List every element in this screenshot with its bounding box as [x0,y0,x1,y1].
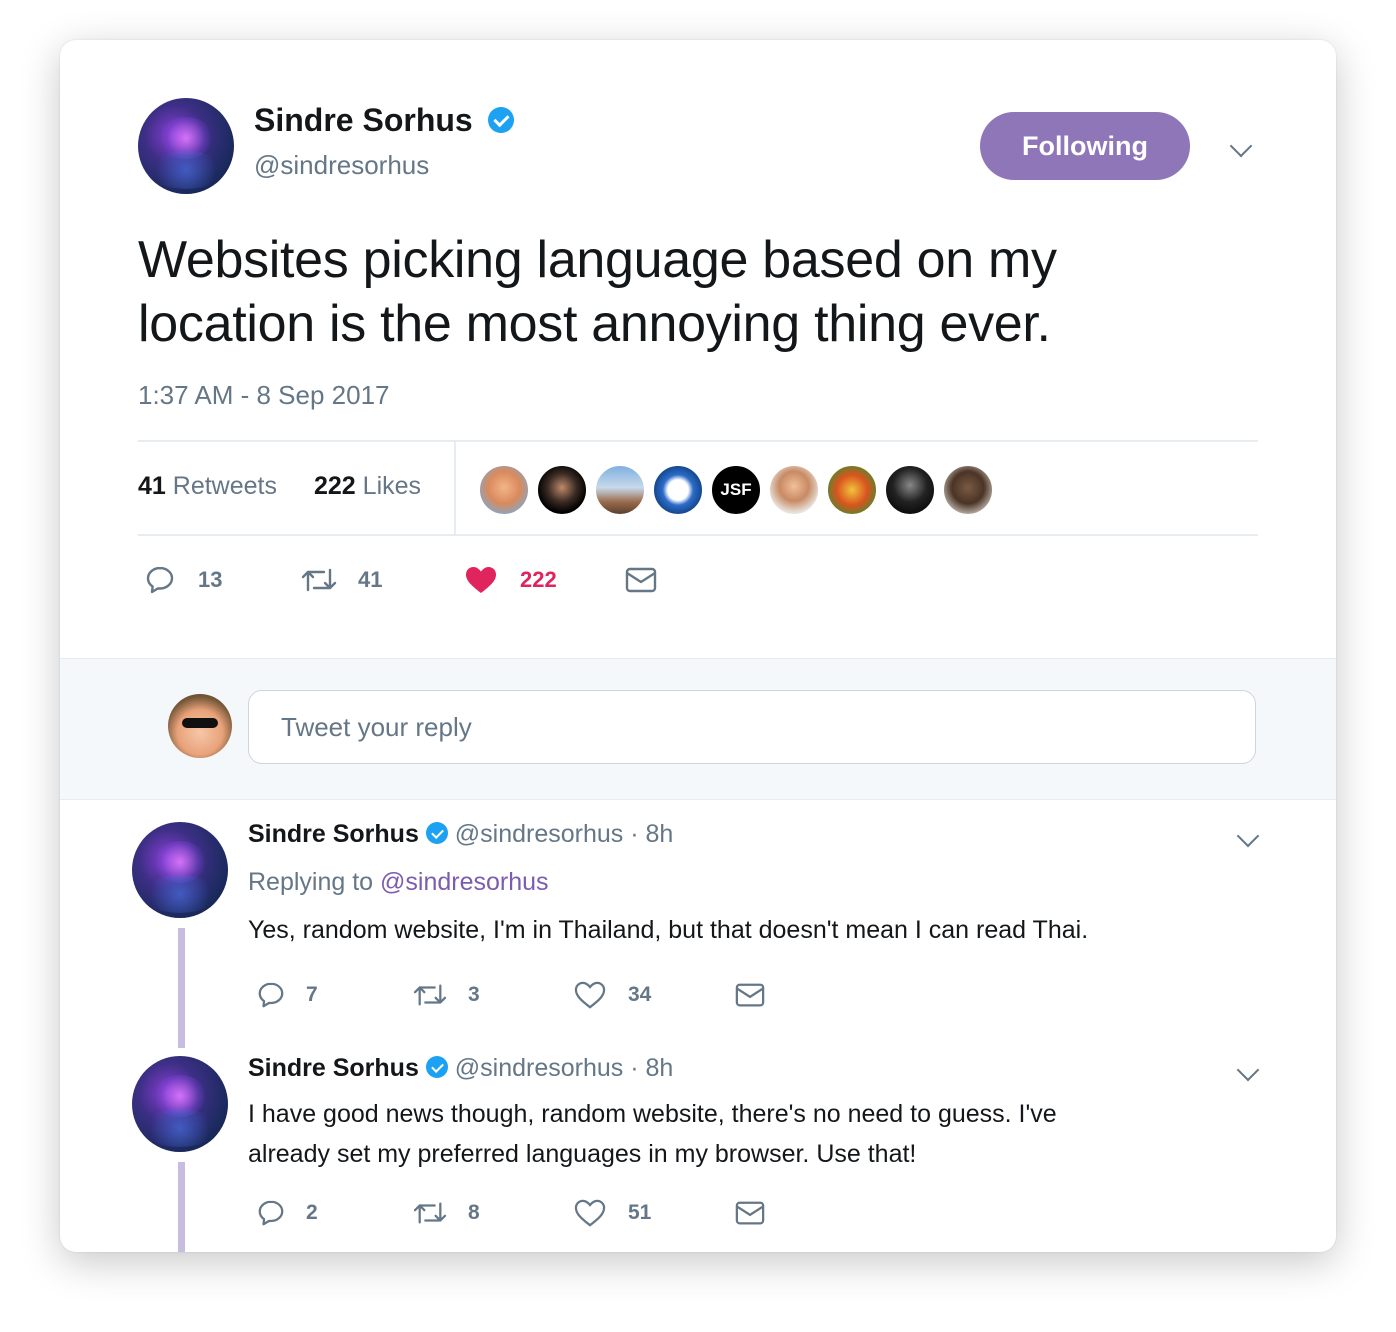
reply-header: Sindre Sorhus @sindresorhus · 8h [248,1054,673,1083]
retweets-count: 41 [138,472,166,500]
like-count: 51 [628,1201,652,1224]
liker-avatar[interactable] [942,464,994,516]
like-action[interactable]: 51 [574,1198,651,1228]
liker-avatar-label: JSF [720,480,752,499]
reply-author-name[interactable]: Sindre Sorhus [248,820,419,848]
liker-avatar[interactable] [536,464,588,516]
reply-text: Yes, random website, I'm in Thailand, bu… [248,916,1089,944]
envelope-icon [735,983,765,1007]
heart-outline-icon [574,981,606,1009]
likes-count: 222 [314,472,356,500]
chevron-down-icon[interactable] [1229,134,1253,158]
envelope-icon [735,1201,765,1225]
thread-line [178,928,185,1048]
reply-input[interactable]: Tweet your reply [248,690,1256,764]
retweets-stat[interactable]: 41 Retweets [138,472,277,501]
liker-avatar[interactable] [826,464,878,516]
chevron-down-icon[interactable] [1236,824,1260,848]
retweet-icon [413,1202,447,1224]
divider [454,442,456,534]
reply-time[interactable]: · 8h [630,820,673,848]
tweet-text: Websites picking language based on my lo… [138,228,1057,356]
reply-author-name[interactable]: Sindre Sorhus [248,1054,419,1082]
reply-count: 13 [198,567,223,592]
direct-message-action[interactable] [624,564,658,596]
reply-action[interactable]: 13 [144,564,222,596]
current-user-avatar[interactable] [168,694,232,758]
chevron-down-icon[interactable] [1236,1058,1260,1082]
reply-time[interactable]: · 8h [630,1054,673,1082]
tweet-timestamp[interactable]: 1:37 AM - 8 Sep 2017 [138,380,390,411]
thread-line [178,1162,185,1252]
liker-avatar[interactable] [478,464,530,516]
envelope-icon [625,567,657,593]
reply-icon [146,566,174,594]
retweet-icon [301,568,337,592]
retweet-count: 41 [358,567,383,592]
replying-to-label: Replying to [248,868,374,896]
reply-text-line: I have good news though, random website,… [248,1100,1057,1128]
heart-icon [466,567,496,593]
reply-icon [258,1200,284,1226]
like-action[interactable]: 34 [574,980,651,1010]
verified-badge-icon [425,822,448,845]
liker-avatar[interactable] [594,464,646,516]
retweets-label: Retweets [172,472,277,500]
like-count: 222 [520,567,557,592]
direct-message-action[interactable] [734,1198,766,1228]
retweet-action[interactable]: 8 [412,1198,480,1228]
reply-text-line: already set my preferred languages in my… [248,1140,917,1168]
retweet-action[interactable]: 3 [412,980,480,1010]
reply-author-avatar[interactable] [132,1056,228,1152]
reply-author-handle[interactable]: @sindresorhus [455,820,624,848]
tweet-card: Sindre Sorhus @sindresorhus Following We… [60,40,1336,1252]
likes-stat[interactable]: 222 Likes [314,472,421,501]
replying-to-link[interactable]: @sindresorhus [380,868,549,896]
retweet-action[interactable]: 41 [300,564,382,596]
tweet-text-line: location is the most annoying thing ever… [138,295,1051,353]
reply-count: 7 [306,983,318,1006]
liker-avatar[interactable] [652,464,704,516]
like-action[interactable]: 222 [464,564,557,596]
reply-author-handle[interactable]: @sindresorhus [455,1054,624,1082]
author-avatar[interactable] [138,98,234,194]
following-button[interactable]: Following [980,112,1190,180]
reply-action[interactable]: 2 [256,1198,318,1228]
retweet-count: 3 [468,983,480,1006]
verified-badge-icon [425,1056,448,1079]
reply-header: Sindre Sorhus @sindresorhus · 8h [248,820,673,849]
liker-avatar[interactable] [884,464,936,516]
tweet-text-line: Websites picking language based on my [138,231,1057,289]
retweet-count: 8 [468,1201,480,1224]
reply-text: I have good news though, random website,… [248,1094,1057,1174]
likes-label: Likes [362,472,422,500]
verified-badge-icon [487,106,514,133]
reply-icon [258,982,284,1008]
like-count: 34 [628,983,652,1006]
liker-avatar[interactable] [768,464,820,516]
retweet-icon [413,984,447,1006]
direct-message-action[interactable] [734,980,766,1010]
author-header: Sindre Sorhus [254,102,514,139]
author-handle[interactable]: @sindresorhus [254,150,429,181]
heart-outline-icon [574,1199,606,1227]
reply-author-avatar[interactable] [132,822,228,918]
liker-avatar-jsf[interactable]: JSF [710,464,762,516]
divider [138,534,1258,536]
author-name[interactable]: Sindre Sorhus [254,102,473,138]
replying-to: Replying to @sindresorhus [248,868,549,897]
reply-action[interactable]: 7 [256,980,318,1010]
reply-count: 2 [306,1201,318,1224]
divider [138,440,1258,442]
